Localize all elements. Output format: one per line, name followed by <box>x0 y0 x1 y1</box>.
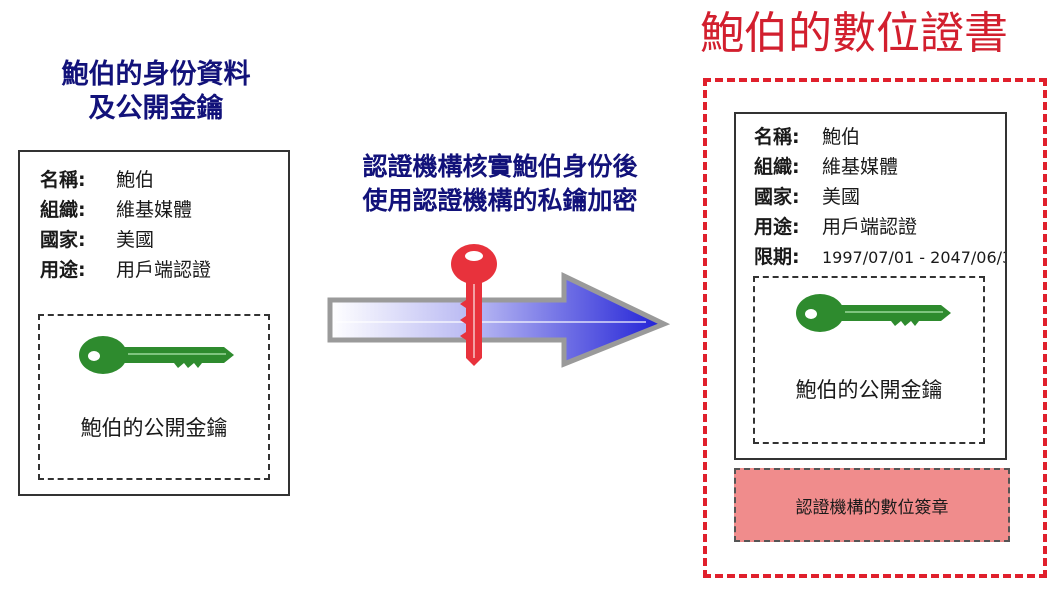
field-organization: 組織: 維基媒體 <box>40 195 211 225</box>
field-label: 限期: <box>754 246 800 268</box>
field-label: 名稱: <box>40 169 86 191</box>
left-title: 鮑伯的身份資料 及公開金鑰 <box>10 58 302 126</box>
left-title-line2: 及公開金鑰 <box>88 93 224 124</box>
cert-field-usage: 用途: 用戶端認證 <box>754 212 1005 242</box>
field-value: 美國 <box>116 229 155 251</box>
public-key-box: 鮑伯的公開金鑰 <box>38 314 270 480</box>
public-key-icon <box>79 336 234 374</box>
certificate-public-key-box: 鮑伯的公開金鑰 <box>753 276 985 444</box>
field-label: 國家: <box>40 229 86 251</box>
field-value: 維基媒體 <box>822 156 899 178</box>
field-label: 組織: <box>40 199 86 221</box>
field-value: 用戶端認證 <box>822 216 918 238</box>
field-value: 用戶端認證 <box>116 259 212 281</box>
left-title-line1: 鮑伯的身份資料 <box>61 59 251 90</box>
public-key-caption: 鮑伯的公開金鑰 <box>80 416 228 440</box>
public-key-icon <box>796 294 951 332</box>
field-label: 用途: <box>754 216 800 238</box>
cert-field-organization: 組織: 維基媒體 <box>754 152 1005 182</box>
certificate-diagram: 鮑伯的身份資料 及公開金鑰 名稱: 鮑伯 組織: 維基媒體 國家: 美國 用途: 用戶端… <box>0 0 1062 595</box>
cert-field-country: 國家: 美國 <box>754 182 1005 212</box>
field-value: 維基媒體 <box>116 199 193 221</box>
arrow-shape <box>327 272 670 368</box>
ca-process-line2: 使用認證機構的私鑰加密 <box>362 186 638 215</box>
certificate-public-key-caption: 鮑伯的公開金鑰 <box>795 378 943 402</box>
signing-arrow <box>327 244 670 368</box>
ca-digital-signature: 認證機構的數位簽章 <box>734 468 1010 542</box>
cert-field-name: 名稱: 鮑伯 <box>754 122 1005 152</box>
identity-fields: 名稱: 鮑伯 組織: 維基媒體 國家: 美國 用途: 用戶端認證 <box>40 165 211 285</box>
field-label: 用途: <box>40 259 86 281</box>
field-value: 美國 <box>822 186 861 208</box>
certificate-fields: 名稱: 鮑伯 組織: 維基媒體 國家: 美國 用途: 用戶端認證 限期: 1997/07/… <box>754 122 1007 273</box>
field-country: 國家: 美國 <box>40 225 211 255</box>
certificate-card: 名稱: 鮑伯 組織: 維基媒體 國家: 美國 用途: 用戶端認證 限期: 1997/07/… <box>734 112 1007 460</box>
field-label: 國家: <box>754 186 800 208</box>
field-name: 名稱: 鮑伯 <box>40 165 211 195</box>
field-label: 組織: <box>754 156 800 178</box>
ca-process-line1: 認證機構核實鮑伯身份後 <box>362 152 638 181</box>
field-value: 1997/07/01 - 2047/06/30 <box>822 248 1007 267</box>
identity-card: 名稱: 鮑伯 組織: 維基媒體 國家: 美國 用途: 用戶端認證 鮑伯的公開金鑰 <box>18 150 290 496</box>
field-usage: 用途: 用戶端認證 <box>40 255 211 285</box>
field-value: 鮑伯 <box>822 126 861 148</box>
cert-field-validity: 限期: 1997/07/01 - 2047/06/30 <box>754 242 1007 273</box>
field-value: 鮑伯 <box>116 169 155 191</box>
ca-process-text: 認證機構核實鮑伯身份後 使用認證機構的私鑰加密 <box>306 150 694 218</box>
field-label: 名稱: <box>754 126 800 148</box>
certificate-title: 鮑伯的數位證書 <box>700 8 1008 59</box>
